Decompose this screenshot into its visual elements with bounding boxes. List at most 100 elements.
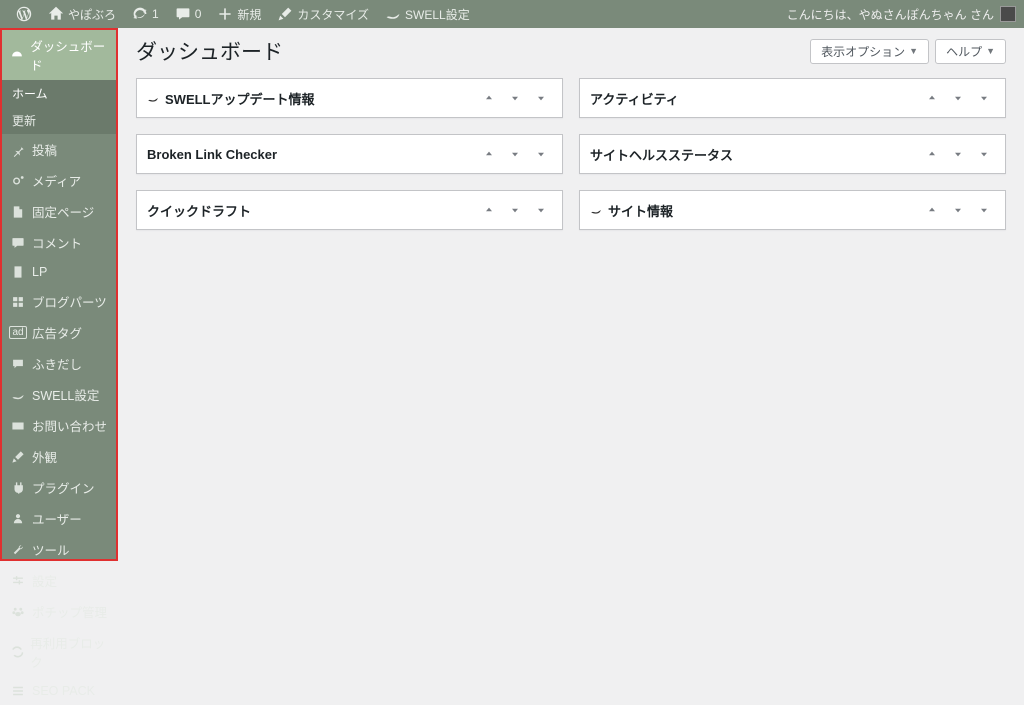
sidebar-label: ツール xyxy=(32,540,70,559)
postbox-title: サイトヘルスステータス xyxy=(590,145,733,164)
sidebar-label: ホーム xyxy=(12,85,48,102)
postbox: Broken Link Checker xyxy=(136,134,563,174)
sidebar-item-media[interactable]: メディア xyxy=(2,165,116,196)
sidebar-item-seo[interactable]: SEO PACK xyxy=(2,677,116,705)
postbox-title: アクティビティ xyxy=(590,89,679,108)
swell-label: SWELL設定 xyxy=(405,6,470,23)
sidebar-label: ユーザー xyxy=(32,509,82,528)
site-link[interactable]: やぽぶろ xyxy=(40,0,124,28)
sidebar-item-contact[interactable]: お問い合わせ xyxy=(2,410,116,441)
sidebar-item-reusable[interactable]: 再利用ブロック xyxy=(2,627,116,677)
paw-icon xyxy=(10,604,26,620)
toggle-button[interactable] xyxy=(973,199,995,221)
postbox: クイックドラフト xyxy=(136,190,563,230)
sidebar-item-pochipp[interactable]: ポチップ管理 xyxy=(2,596,116,627)
toggle-button[interactable] xyxy=(530,199,552,221)
sidebar-item-balloon[interactable]: ふきだし xyxy=(2,348,116,379)
move-down-button[interactable] xyxy=(504,87,526,109)
sidebar-label: SWELL設定 xyxy=(32,385,99,404)
screen-options-label: 表示オプション xyxy=(821,43,905,60)
postbox-title: SWELLアップデート情報 xyxy=(147,89,315,108)
sidebar-item-comments[interactable]: コメント xyxy=(2,227,116,258)
swell-icon xyxy=(10,387,26,403)
postbox: SWELLアップデート情報 xyxy=(136,78,563,118)
user-icon xyxy=(10,511,26,527)
speech-icon xyxy=(10,356,26,372)
sidebar-label: 再利用ブロック xyxy=(30,633,108,671)
toggle-button[interactable] xyxy=(973,143,995,165)
sidebar-item-appearance[interactable]: 外観 xyxy=(2,441,116,472)
sidebar-item-blogparts[interactable]: ブログパーツ xyxy=(2,286,116,317)
swell-settings-link[interactable]: SWELL設定 xyxy=(377,0,478,28)
comment-icon xyxy=(10,235,26,251)
comment-icon xyxy=(175,6,191,22)
brush-icon xyxy=(10,449,26,465)
toggle-button[interactable] xyxy=(530,87,552,109)
customize-link[interactable]: カスタマイズ xyxy=(269,0,377,28)
toggle-button[interactable] xyxy=(530,143,552,165)
recycle-icon xyxy=(10,644,24,660)
postbox: サイトヘルスステータス xyxy=(579,134,1006,174)
move-up-button[interactable] xyxy=(478,87,500,109)
sidebar-item-tools[interactable]: ツール xyxy=(2,534,116,565)
chevron-down-icon: ▼ xyxy=(986,46,995,56)
postbox: アクティビティ xyxy=(579,78,1006,118)
new-content-link[interactable]: 新規 xyxy=(209,0,269,28)
sidebar-item-posts[interactable]: 投稿 xyxy=(2,134,116,165)
comments-link[interactable]: 0 xyxy=(167,0,210,28)
screen-options-button[interactable]: 表示オプション ▼ xyxy=(810,39,929,64)
wrench-icon xyxy=(10,542,26,558)
plus-icon xyxy=(217,6,233,22)
sidebar-item-dashboard[interactable]: ダッシュボード xyxy=(2,30,116,80)
sidebar-label: 外観 xyxy=(32,447,57,466)
toggle-button[interactable] xyxy=(973,87,995,109)
updates-link[interactable]: 1 xyxy=(124,0,167,28)
greeting-text: こんにちは、やぬさんぽんちゃん さん xyxy=(787,6,994,23)
update-icon xyxy=(132,6,148,22)
sidebar-item-pages[interactable]: 固定ページ xyxy=(2,196,116,227)
move-down-button[interactable] xyxy=(947,87,969,109)
move-up-button[interactable] xyxy=(478,143,500,165)
postbox-title: サイト情報 xyxy=(590,201,673,220)
swell-icon xyxy=(385,6,401,22)
layout-icon xyxy=(10,294,26,310)
sidebar-label: 広告タグ xyxy=(32,323,82,342)
help-button[interactable]: ヘルプ▼ xyxy=(935,39,1006,64)
main-content: ダッシュボード 表示オプション▼ ヘルプ▼ SWELLアップデート情報Broke… xyxy=(118,28,1024,561)
postbox-title: Broken Link Checker xyxy=(147,147,277,162)
sidebar-item-adtag[interactable]: ad 広告タグ xyxy=(2,317,116,348)
move-up-button[interactable] xyxy=(921,87,943,109)
ad-icon: ad xyxy=(10,325,26,341)
move-down-button[interactable] xyxy=(504,143,526,165)
site-name: やぽぶろ xyxy=(68,6,116,23)
admin-sidebar: ダッシュボード ホーム 更新 投稿 メディア 固定ページ コメント LP ブログ… xyxy=(0,28,118,561)
update-count: 1 xyxy=(152,7,159,21)
move-down-button[interactable] xyxy=(504,199,526,221)
move-down-button[interactable] xyxy=(947,199,969,221)
move-up-button[interactable] xyxy=(921,143,943,165)
mail-icon xyxy=(10,418,26,434)
chevron-down-icon: ▼ xyxy=(909,46,918,56)
customize-label: カスタマイズ xyxy=(297,6,369,23)
media-icon xyxy=(10,173,26,189)
wp-logo-button[interactable] xyxy=(8,0,40,28)
sidebar-item-plugins[interactable]: プラグイン xyxy=(2,472,116,503)
sidebar-item-swell[interactable]: SWELL設定 xyxy=(2,379,116,410)
brush-icon xyxy=(277,6,293,22)
postbox: サイト情報 xyxy=(579,190,1006,230)
sidebar-item-settings[interactable]: 設定 xyxy=(2,565,116,596)
sidebar-item-users[interactable]: ユーザー xyxy=(2,503,116,534)
sidebar-label: ポチップ管理 xyxy=(32,602,107,621)
sidebar-label: ダッシュボード xyxy=(30,36,108,74)
sidebar-label: LP xyxy=(32,265,47,279)
move-up-button[interactable] xyxy=(921,199,943,221)
sidebar-item-updates[interactable]: 更新 xyxy=(2,107,116,134)
move-up-button[interactable] xyxy=(478,199,500,221)
sidebar-label: SEO PACK xyxy=(32,684,95,698)
avatar[interactable] xyxy=(1000,6,1016,22)
sidebar-label: 固定ページ xyxy=(32,202,94,221)
sidebar-item-home[interactable]: ホーム xyxy=(2,80,116,107)
sidebar-item-lp[interactable]: LP xyxy=(2,258,116,286)
sidebar-label: 投稿 xyxy=(32,140,57,159)
move-down-button[interactable] xyxy=(947,143,969,165)
